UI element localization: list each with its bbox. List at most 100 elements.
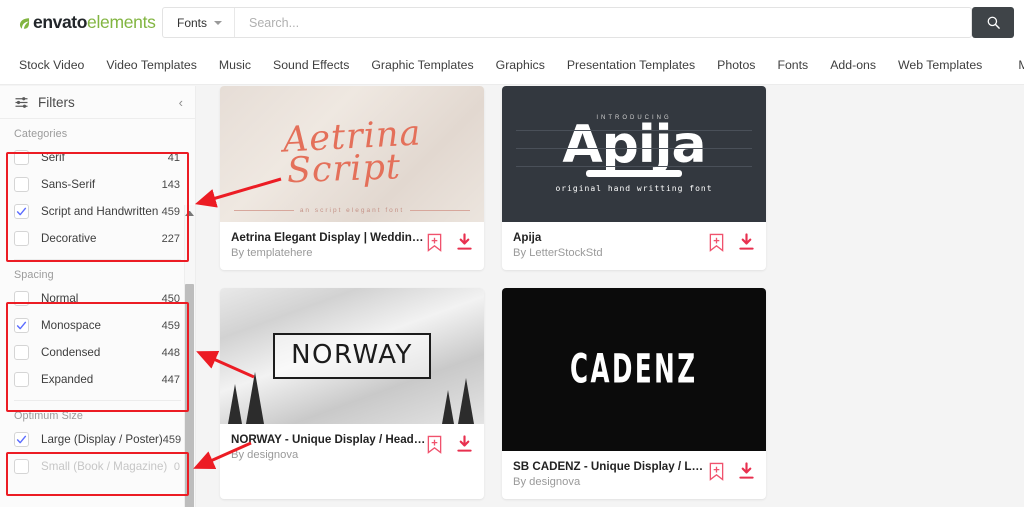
checkbox-script-and-handwritten[interactable] — [14, 204, 29, 219]
sidebar-scrollbar-thumb[interactable] — [185, 284, 194, 507]
bookmark-plus-icon[interactable] — [426, 435, 443, 454]
art-text-sub: original hand writting font — [555, 183, 713, 193]
art-rule-left — [234, 210, 294, 211]
card-title[interactable]: SB CADENZ - Unique Display / Logo... — [513, 460, 708, 473]
card-preview-image[interactable]: Aetrina Script an script elegant font — [220, 86, 484, 222]
nav-item-music[interactable]: Music — [208, 58, 262, 72]
tree-shape — [246, 372, 264, 424]
search-submit-button[interactable] — [972, 7, 1014, 38]
checkbox-condensed[interactable] — [14, 345, 29, 360]
checkbox-large-display-poster[interactable] — [14, 432, 29, 447]
nav-item-graphics[interactable]: Graphics — [485, 58, 556, 72]
checkbox-monospace[interactable] — [14, 318, 29, 333]
card-preview-image[interactable]: INTRODUCING Apija original hand writting… — [502, 86, 766, 222]
filter-option-condensed[interactable]: Condensed 448 — [6, 339, 187, 366]
envato-elements-logo[interactable]: envato elements — [18, 12, 156, 33]
art-frame: NORWAY — [273, 333, 431, 379]
nav-item-stock-video[interactable]: Stock Video — [8, 58, 95, 72]
chevron-left-icon[interactable]: ‹ — [179, 95, 183, 110]
art-text-sub: an script elegant font — [299, 207, 405, 214]
site-header: envato elements Fonts — [0, 0, 1024, 45]
download-icon[interactable] — [456, 233, 473, 252]
filter-option-monospace[interactable]: Monospace 459 — [6, 312, 187, 339]
checkbox-small-book-magazine[interactable] — [14, 459, 29, 474]
envato-elements-page: envatoelements Fonts Stock Video Video T… — [0, 0, 1024, 507]
filter-count-large-display-poster: 459 — [162, 433, 182, 446]
art-aetrina: Aetrina Script an script elegant font — [220, 86, 484, 222]
art-guide-line — [516, 130, 752, 131]
tree-shape — [458, 378, 474, 424]
download-icon[interactable] — [738, 233, 755, 252]
filter-label-monospace: Monospace — [41, 319, 101, 332]
filter-label-expanded: Expanded — [41, 373, 94, 386]
results-grid-container: Aetrina Script an script elegant font Ae… — [208, 86, 1024, 507]
card-texts: Aetrina Elegant Display | Wedding F... B… — [231, 231, 426, 259]
bookmark-plus-icon[interactable] — [426, 233, 443, 252]
filters-sidebar: Filters ‹ Categories Serif 41 Sans-Serif… — [0, 86, 196, 507]
tree-shape — [228, 384, 242, 424]
result-card[interactable]: CADENZ SB CADENZ - Unique Display / Logo… — [502, 288, 766, 499]
tree-shape — [442, 390, 454, 424]
nav-item-photos[interactable]: Photos — [706, 58, 766, 72]
card-preview-image[interactable]: CADENZ — [502, 288, 766, 451]
nav-item-presentation-templates[interactable]: Presentation Templates — [556, 58, 706, 72]
filter-count-expanded: 447 — [161, 373, 180, 386]
checkbox-serif[interactable] — [14, 150, 29, 165]
card-title[interactable]: NORWAY - Unique Display / Headlin... — [231, 433, 426, 446]
bookmark-plus-icon[interactable] — [708, 462, 725, 481]
filter-option-script-and-handwritten[interactable]: Script and Handwritten 459 — [6, 198, 187, 225]
filter-option-expanded[interactable]: Expanded 447 — [6, 366, 187, 393]
card-author[interactable]: By designova — [231, 449, 426, 461]
card-author[interactable]: By LetterStockStd — [513, 247, 708, 259]
filter-option-normal[interactable]: Normal 450 — [6, 285, 187, 312]
sliders-icon — [15, 96, 28, 108]
nav-item-add-ons[interactable]: Add-ons — [819, 58, 887, 72]
art-rule-right — [410, 210, 470, 211]
results-grid: Aetrina Script an script elegant font Ae… — [208, 86, 1024, 507]
checkbox-decorative[interactable] — [14, 231, 29, 246]
filter-option-decorative[interactable]: Decorative 227 — [6, 225, 187, 252]
search-input[interactable] — [235, 8, 971, 37]
card-actions — [426, 433, 473, 454]
filter-option-small-book-magazine[interactable]: Small (Book / Magazine) 0 — [6, 453, 187, 480]
result-card[interactable]: Aetrina Script an script elegant font Ae… — [220, 86, 484, 270]
filter-count-sans-serif: 143 — [161, 178, 180, 191]
result-card[interactable]: INTRODUCING Apija original hand writting… — [502, 86, 766, 270]
scroll-up-arrow-icon[interactable] — [185, 207, 194, 216]
filter-option-serif[interactable]: Serif 41 — [6, 144, 187, 171]
card-meta: NORWAY - Unique Display / Headlin... By … — [220, 424, 484, 472]
card-texts: SB CADENZ - Unique Display / Logo... By … — [513, 460, 708, 488]
nav-item-graphic-templates[interactable]: Graphic Templates — [360, 58, 484, 72]
check-icon — [16, 435, 27, 444]
card-title[interactable]: Aetrina Elegant Display | Wedding F... — [231, 231, 426, 244]
logo-envato-text: envato — [33, 12, 88, 32]
card-preview-image[interactable]: NORWAY — [220, 288, 484, 424]
download-icon[interactable] — [738, 462, 755, 481]
checkbox-expanded[interactable] — [14, 372, 29, 387]
art-underline-bar — [586, 169, 682, 177]
filter-label-script-and-handwritten: Script and Handwritten — [41, 205, 159, 218]
nav-item-web-templates[interactable]: Web Templates — [887, 58, 993, 72]
nav-item-fonts[interactable]: Fonts — [766, 58, 819, 72]
card-author[interactable]: By templatehere — [231, 247, 426, 259]
art-text-main: CADENZ — [570, 345, 698, 394]
filter-group-label-categories: Categories — [14, 128, 68, 140]
card-author[interactable]: By designova — [513, 476, 708, 488]
bookmark-plus-icon[interactable] — [708, 233, 725, 252]
nav-item-video-templates[interactable]: Video Templates — [95, 58, 207, 72]
nav-item-sound-effects[interactable]: Sound Effects — [262, 58, 360, 72]
card-title[interactable]: Apija — [513, 231, 708, 244]
checkbox-normal[interactable] — [14, 291, 29, 306]
filter-option-large-display-poster[interactable]: Large (Display / Poster) 459 — [6, 426, 187, 453]
search-bar: Fonts — [162, 7, 972, 38]
result-card[interactable]: NORWAY NORWAY - Unique Display / Headlin… — [220, 288, 484, 499]
filter-label-decorative: Decorative — [41, 232, 97, 245]
search-category-select[interactable]: Fonts — [163, 8, 236, 37]
nav-item-more-categories[interactable]: More Categories — [1007, 58, 1024, 72]
art-guide-line — [516, 148, 752, 149]
checkbox-sans-serif[interactable] — [14, 177, 29, 192]
art-guide-line — [516, 166, 752, 167]
download-icon[interactable] — [456, 435, 473, 454]
card-texts: Apija By LetterStockStd — [513, 231, 708, 259]
filter-option-sans-serif[interactable]: Sans-Serif 143 — [6, 171, 187, 198]
